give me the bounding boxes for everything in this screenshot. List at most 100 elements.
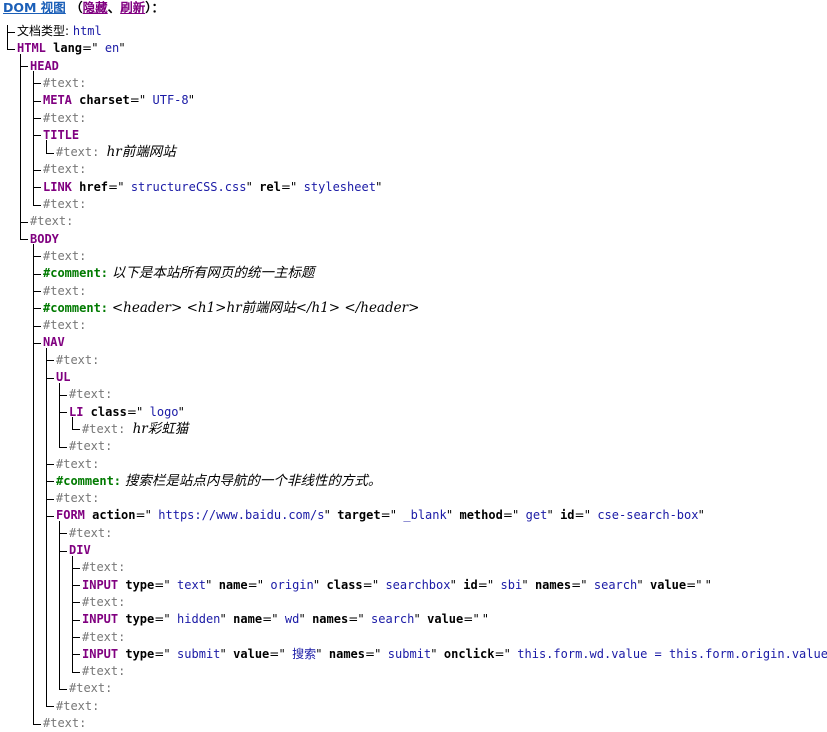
text-node[interactable]: #text: <box>56 490 99 507</box>
form-node[interactable]: FORM action=" https://www.baidu.com/s" t… <box>56 507 704 524</box>
input-node[interactable]: INPUT type=" submit" value=" 搜索" names="… <box>82 646 827 663</box>
node-part: =" <box>108 179 124 194</box>
text-node[interactable]: #text: <box>56 456 99 473</box>
text-node[interactable]: #text: <box>43 196 86 213</box>
comment-node[interactable]: #comment: 搜索栏是站点内导航的一个非线性的方式。 <box>56 473 381 490</box>
text-node[interactable]: #text: <box>69 525 112 542</box>
node-part: FORM <box>56 508 85 523</box>
node-part: wd <box>277 612 300 627</box>
node-part: #text: <box>82 594 126 609</box>
meta-node[interactable]: META charset=" UTF-8" <box>43 92 194 109</box>
text-node[interactable]: #text: <box>56 352 99 369</box>
text-node[interactable]: #text: <box>43 715 86 732</box>
link-node[interactable]: LINK href=" structureCSS.css" rel=" styl… <box>43 179 381 196</box>
node-part: rel <box>251 179 281 194</box>
input-node[interactable]: INPUT type=" text" name=" origin" class=… <box>82 577 711 594</box>
tree-connector-h <box>72 619 80 621</box>
tree-connector-v <box>46 140 47 154</box>
node-part: origin <box>263 577 314 592</box>
node-part: cse-search-box <box>590 508 699 523</box>
text-node[interactable]: #text: hr彩虹猫 <box>82 421 188 438</box>
tree-connector-h <box>33 342 41 344</box>
title-node[interactable]: TITLE <box>43 127 79 144</box>
comment-node[interactable]: #comment: <header> <h1>hr前端网站</h1> </hea… <box>43 300 419 317</box>
text-node[interactable]: #text: <box>43 75 86 92</box>
text-node[interactable]: #text: <box>82 594 125 611</box>
node-part: META <box>43 93 72 108</box>
node-part: UTF-8 <box>145 93 189 108</box>
body-node[interactable]: BODY <box>30 231 59 248</box>
text-node[interactable]: #text: <box>43 161 86 178</box>
node-part: 以下是本站所有网页的统一主标题 <box>111 265 315 282</box>
node-part: INPUT <box>82 577 119 592</box>
tree-connector-h <box>33 100 41 102</box>
tree-connector-h <box>72 602 80 604</box>
text-node[interactable]: #text: <box>82 663 125 680</box>
tree-connector-h <box>59 533 67 535</box>
text-node[interactable]: #text: <box>69 438 112 455</box>
node-part: names <box>304 612 349 627</box>
tree-connector-v <box>59 520 60 690</box>
tree-connector-v <box>72 555 73 673</box>
text-node[interactable]: #text: <box>82 629 125 646</box>
node-part: hr前端网站 <box>106 144 176 161</box>
text-node[interactable]: #text: <box>30 213 73 230</box>
node-part: " <box>119 41 125 56</box>
node-part: =" <box>135 508 152 523</box>
text-node[interactable]: #text: <box>69 680 112 697</box>
comment-node[interactable]: #comment: 以下是本站所有网页的统一主标题 <box>43 265 314 282</box>
node-part: =" <box>362 577 379 592</box>
tree-connector-h <box>72 585 80 587</box>
node-part: #text: <box>56 352 100 367</box>
text-node[interactable]: #text: <box>43 248 86 265</box>
tree-connector-h <box>59 412 67 414</box>
node-part: method <box>452 508 503 523</box>
tree-connector-v <box>20 53 21 241</box>
text-node[interactable]: #text: <box>43 110 86 127</box>
tree-connector-h <box>46 706 54 708</box>
text-node[interactable]: #text: <box>43 317 86 334</box>
node-part: =" <box>154 577 170 592</box>
node-part: hidden <box>169 612 221 627</box>
node-part: id <box>456 577 478 592</box>
node-part: =" <box>574 508 591 523</box>
node-part: name <box>211 577 248 592</box>
node-part: #text: <box>82 664 126 679</box>
node-part: hr彩虹猫 <box>132 420 189 437</box>
tree-connector-h <box>33 273 41 275</box>
node-part: _blank <box>396 508 447 523</box>
html-node[interactable]: HTML lang=" en" <box>17 40 125 57</box>
node-part: class <box>319 577 363 592</box>
text-node[interactable]: #text: <box>69 386 112 403</box>
head-node[interactable]: HEAD <box>30 58 59 75</box>
tree-connector-v <box>33 244 34 725</box>
tree-connector-h <box>7 48 15 50</box>
tree-connector-h <box>72 671 80 673</box>
input-node[interactable]: INPUT type=" hidden" name=" wd" names=" … <box>82 611 488 628</box>
node-part: #text: <box>69 525 113 540</box>
tree-connector-h <box>20 239 28 241</box>
node-part: names <box>321 646 365 661</box>
text-node[interactable]: #text: hr前端网站 <box>56 144 176 161</box>
text-node[interactable]: #text: <box>43 283 86 300</box>
node-part: lang <box>45 41 83 56</box>
doctype[interactable]: 文档类型: html <box>17 23 102 40</box>
tree-connector-h <box>46 464 54 465</box>
node-part: https://www.baidu.com/s <box>151 508 325 523</box>
node-part: =" <box>154 646 170 661</box>
node-part: class <box>83 404 127 419</box>
tree-connector-v <box>59 382 60 448</box>
node-part: =" <box>502 508 519 523</box>
node-part: name <box>225 612 263 627</box>
node-part: charset <box>71 93 130 108</box>
li-node[interactable]: LI class=" logo" <box>69 404 184 421</box>
text-node[interactable]: #text: <box>56 698 99 715</box>
tree-connector-v <box>33 71 34 206</box>
tree-connector-h <box>33 169 41 171</box>
text-node[interactable]: #text: <box>82 559 125 576</box>
node-part: #text: <box>43 110 87 125</box>
node-part: 文档类型: <box>17 24 73 38</box>
node-part: #text: <box>56 456 100 471</box>
node-part: =" <box>494 646 511 661</box>
node-part: INPUT <box>82 646 119 661</box>
